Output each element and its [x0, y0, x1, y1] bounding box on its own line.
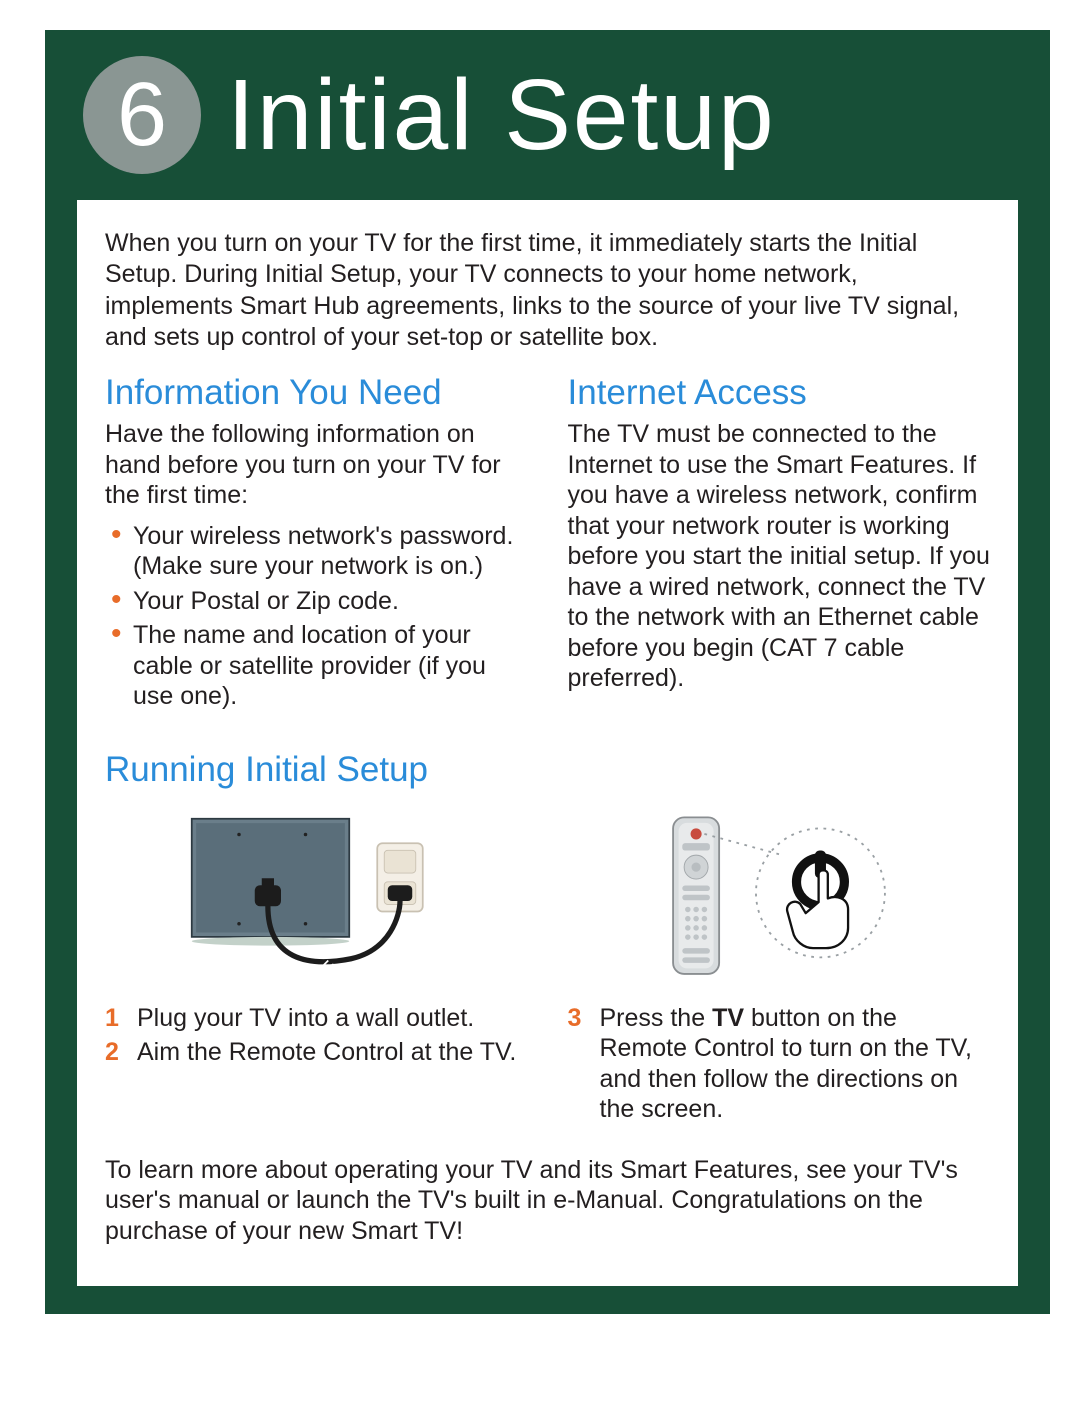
- step-line: 3 Press the TV button on the Remote Cont…: [568, 1003, 991, 1125]
- internet-column: Internet Access The TV must be connected…: [568, 373, 991, 716]
- step-text: Aim the Remote Control at the TV.: [137, 1037, 516, 1068]
- steps-right: 3 Press the TV button on the Remote Cont…: [568, 1003, 991, 1129]
- info-heading: Information You Need: [105, 373, 528, 413]
- info-bullets: Your wireless network's password. (Make …: [105, 521, 528, 712]
- footer-paragraph: To learn more about operating your TV an…: [105, 1155, 990, 1247]
- info-body: Have the following information on hand b…: [105, 419, 528, 511]
- step-line: 1 Plug your TV into a wall outlet.: [105, 1003, 528, 1034]
- step-number: 1: [105, 1003, 125, 1034]
- intro-paragraph: When you turn on your TV for the first t…: [105, 228, 990, 353]
- page-header: 6 Initial Setup: [45, 30, 1050, 200]
- running-heading: Running Initial Setup: [105, 750, 990, 790]
- manual-page: 6 Initial Setup When you turn on your TV…: [0, 30, 1080, 1427]
- illustration-row: [105, 810, 990, 985]
- green-band: 6 Initial Setup When you turn on your TV…: [45, 30, 1050, 1314]
- tv-plug-illustration: [105, 810, 528, 985]
- running-section: Running Initial Setup: [105, 750, 990, 1247]
- step-number: 3: [568, 1003, 588, 1125]
- step-text: Plug your TV into a wall outlet.: [137, 1003, 474, 1034]
- tv-plug-icon: [146, 810, 486, 985]
- step-line: 2 Aim the Remote Control at the TV.: [105, 1037, 528, 1068]
- remote-power-illustration: [568, 810, 991, 985]
- step-text: Press the TV button on the Remote Contro…: [600, 1003, 991, 1125]
- step-badge: 6: [83, 56, 201, 174]
- internet-body: The TV must be connected to the Internet…: [568, 419, 991, 694]
- content-card: When you turn on your TV for the first t…: [77, 200, 1018, 1286]
- internet-heading: Internet Access: [568, 373, 991, 413]
- page-title: Initial Setup: [227, 58, 776, 173]
- list-item: Your Postal or Zip code.: [105, 586, 528, 617]
- info-column: Information You Need Have the following …: [105, 373, 528, 716]
- steps-left: 1 Plug your TV into a wall outlet. 2 Aim…: [105, 1003, 528, 1129]
- two-column-row: Information You Need Have the following …: [105, 373, 990, 716]
- list-item: Your wireless network's password. (Make …: [105, 521, 528, 582]
- steps-row: 1 Plug your TV into a wall outlet. 2 Aim…: [105, 1003, 990, 1129]
- list-item: The name and location of your cable or s…: [105, 620, 528, 712]
- remote-power-icon: [644, 810, 914, 985]
- step-number: 2: [105, 1037, 125, 1068]
